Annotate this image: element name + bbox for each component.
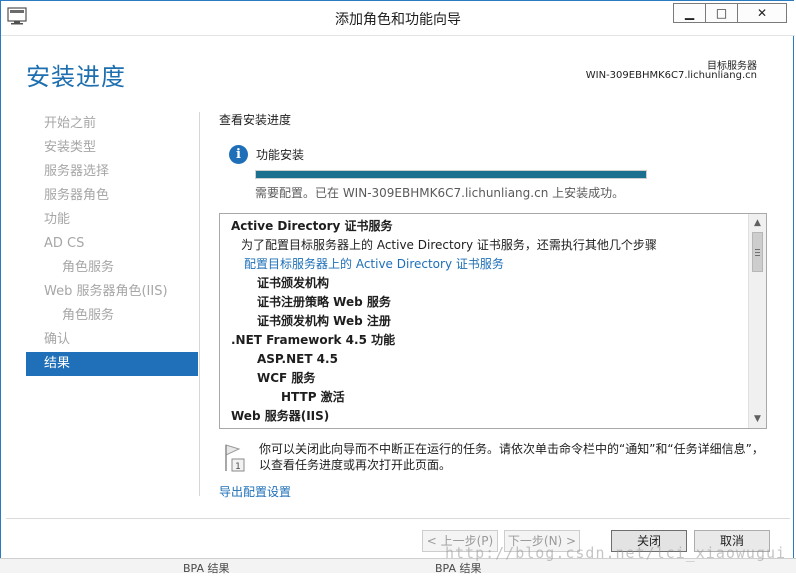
configure-ad-cs-link[interactable]: 配置目标服务器上的 Active Directory 证书服务: [220, 255, 748, 274]
watermark: http://blog.csdn.net/lci_xiaowugui: [445, 544, 787, 562]
results-list[interactable]: Active Directory 证书服务 为了配置目标服务器上的 Active…: [219, 213, 767, 429]
flag-notification-icon: 1: [225, 444, 245, 472]
result-line: 证书颁发机构: [257, 276, 330, 290]
install-progress-fill: [256, 171, 646, 178]
page-title: 安装进度: [26, 63, 126, 91]
maximize-button[interactable]: □: [705, 3, 738, 23]
close-window-button[interactable]: ✕: [737, 3, 787, 23]
results-content: Active Directory 证书服务 为了配置目标服务器上的 Active…: [220, 214, 748, 428]
result-line: Web 服务器(IIS): [231, 409, 330, 423]
install-status-text: 需要配置。已在 WIN-309EBHMK6C7.lichunliang.cn 上…: [255, 186, 625, 200]
scroll-thumb[interactable]: [752, 232, 763, 272]
grip-line: [755, 249, 760, 250]
result-line: HTTP 激活: [281, 390, 345, 404]
nav-item-web-server-role[interactable]: Web 服务器角色(IIS): [26, 280, 198, 304]
nav-item-ad-cs-role-services[interactable]: 角色服务: [26, 256, 198, 280]
nav-divider: [199, 112, 200, 496]
info-icon: i: [229, 145, 248, 164]
install-progress-bar: [255, 170, 647, 179]
scroll-down-icon[interactable]: ▼: [749, 411, 766, 427]
wizard-window: 添加角色和功能向导 ▁ □ ✕ 安装进度 目标服务器 WIN-309EBHMK6…: [0, 0, 795, 573]
results-scrollbar[interactable]: ▲ ▼: [748, 214, 766, 428]
note-badge: 1: [235, 462, 241, 472]
note-text: 你可以关闭此向导而不中断正在运行的任务。请依次单击命令栏中的“通知”和“任务详细…: [259, 442, 764, 472]
minimize-button[interactable]: ▁: [673, 3, 706, 23]
feature-install-row: i 功能安装: [229, 145, 304, 164]
nav-item-installation-type[interactable]: 安装类型: [26, 136, 198, 160]
result-line: WCF 服务: [257, 371, 316, 385]
result-line: .NET Framework 4.5 功能: [231, 333, 396, 347]
nav-item-results[interactable]: 结果: [26, 352, 198, 376]
close-icon: ✕: [756, 6, 768, 20]
section-label: 查看安装进度: [219, 113, 292, 127]
background-bpa-label-right: BPA 结果: [435, 562, 482, 575]
background-bpa-label-left: BPA 结果: [183, 562, 230, 575]
scroll-up-icon[interactable]: ▲: [749, 215, 766, 231]
nav-item-server-roles[interactable]: 服务器角色: [26, 184, 198, 208]
nav-item-ad-cs[interactable]: AD CS: [26, 232, 198, 256]
notification-note: 1 你可以关闭此向导而不中断正在运行的任务。请依次单击命令栏中的“通知”和“任务…: [219, 441, 771, 481]
export-settings-link[interactable]: 导出配置设置: [219, 483, 291, 500]
window-controls: ▁ □ ✕: [673, 3, 787, 23]
title-bar[interactable]: 添加角色和功能向导 ▁ □ ✕: [1, 1, 795, 36]
grip-line: [755, 255, 760, 256]
wizard-nav: 开始之前 安装类型 服务器选择 服务器角色 功能 AD CS 角色服务 Web …: [26, 112, 198, 376]
nav-item-features[interactable]: 功能: [26, 208, 198, 232]
nav-item-iis-role-services[interactable]: 角色服务: [26, 304, 198, 328]
result-line: 证书颁发机构 Web 注册: [257, 314, 391, 328]
result-line: ASP.NET 4.5: [257, 352, 338, 366]
footer-divider: [6, 518, 790, 519]
minimize-icon: ▁: [684, 6, 695, 20]
target-server-name: WIN-309EBHMK6C7.lichunliang.cn: [585, 70, 757, 81]
grip-line: [755, 252, 760, 253]
result-line: 证书注册策略 Web 服务: [257, 295, 391, 309]
feature-install-label: 功能安装: [256, 148, 305, 162]
nav-item-server-selection[interactable]: 服务器选择: [26, 160, 198, 184]
result-line: Active Directory 证书服务: [231, 219, 393, 233]
main-content: 查看安装进度 i 功能安装 需要配置。已在 WIN-309EBHMK6C7.li…: [219, 111, 771, 499]
maximize-icon: □: [715, 6, 728, 20]
result-line: 为了配置目标服务器上的 Active Directory 证书服务，还需执行其他…: [241, 238, 657, 252]
nav-item-before-you-begin[interactable]: 开始之前: [26, 112, 198, 136]
nav-item-confirmation[interactable]: 确认: [26, 328, 198, 352]
